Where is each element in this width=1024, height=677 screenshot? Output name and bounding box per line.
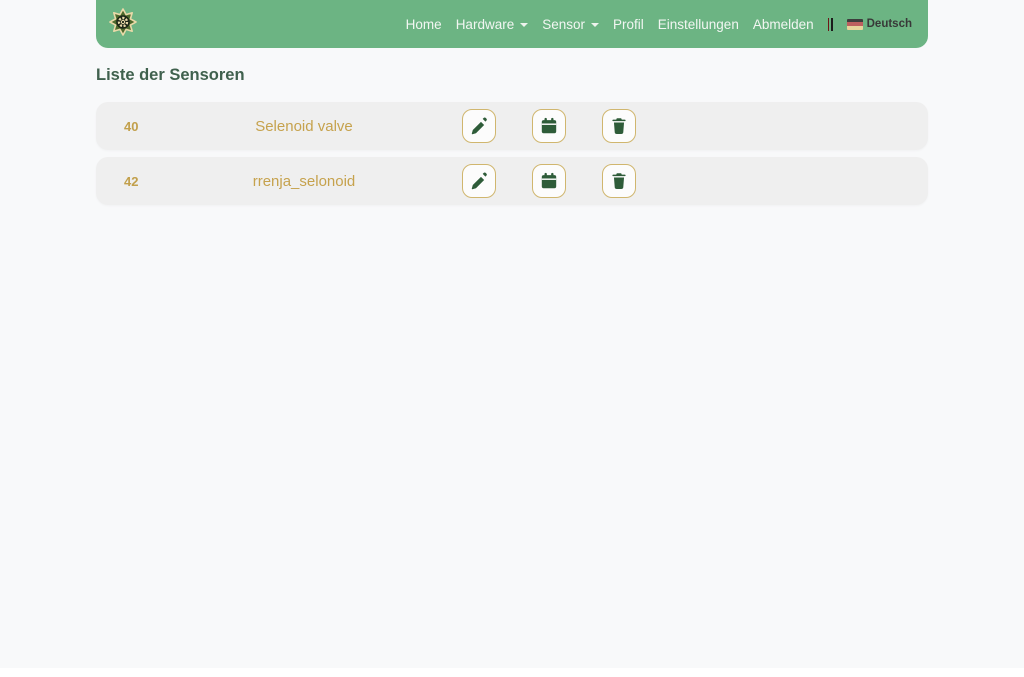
sensor-id: 40 (124, 118, 139, 134)
nav-item-hardware-dropdown[interactable]: Hardware (456, 17, 529, 32)
delete-button[interactable] (602, 109, 636, 143)
trash-icon (610, 117, 628, 135)
nav-item-home[interactable]: Home (406, 17, 442, 32)
language-switcher[interactable]: Deutsch (846, 18, 912, 30)
chevron-down-icon (591, 22, 599, 27)
row-actions (462, 164, 636, 198)
sensor-row: 40 Selenoid valve (96, 102, 928, 150)
trash-icon (610, 172, 628, 190)
language-label: Deutsch (866, 18, 912, 30)
app-logo[interactable] (108, 7, 138, 41)
calendar-icon (540, 172, 558, 190)
sensor-name: Selenoid valve (255, 117, 353, 135)
main-content: Liste der Sensoren 40 Selenoid valve 42 … (96, 48, 928, 212)
nav-item-profil[interactable]: Profil (613, 17, 644, 32)
chevron-down-icon (520, 22, 529, 27)
nav-links: Home Hardware Sensor Profil Einstellunge… (406, 17, 912, 32)
bottom-strip (0, 668, 1024, 677)
delete-button[interactable] (602, 164, 636, 198)
calendar-icon (540, 117, 558, 135)
edit-button[interactable] (462, 109, 496, 143)
nav-item-hardware-label: Hardware (455, 16, 515, 32)
row-actions (462, 109, 636, 143)
nav-item-sensor-dropdown[interactable]: Sensor (542, 17, 599, 32)
sensor-row: 42 rrenja_selonoid (96, 157, 928, 205)
sensor-name: rrenja_selonoid (252, 172, 356, 190)
gear-star-icon (109, 7, 137, 41)
pencil-icon (470, 117, 488, 135)
german-flag-icon (846, 18, 863, 30)
calendar-button[interactable] (532, 109, 566, 143)
nav-item-sensor-label: Sensor (542, 16, 585, 32)
pencil-icon (470, 172, 488, 190)
sensor-id: 42 (124, 173, 139, 189)
calendar-button[interactable] (532, 164, 566, 198)
pipe-separator (827, 17, 833, 31)
edit-button[interactable] (462, 164, 496, 198)
nav-item-einstellungen[interactable]: Einstellungen (658, 17, 739, 32)
top-navbar: Home Hardware Sensor Profil Einstellunge… (96, 0, 928, 48)
page-title: Liste der Sensoren (96, 66, 245, 84)
nav-item-abmelden[interactable]: Abmelden (753, 17, 814, 32)
